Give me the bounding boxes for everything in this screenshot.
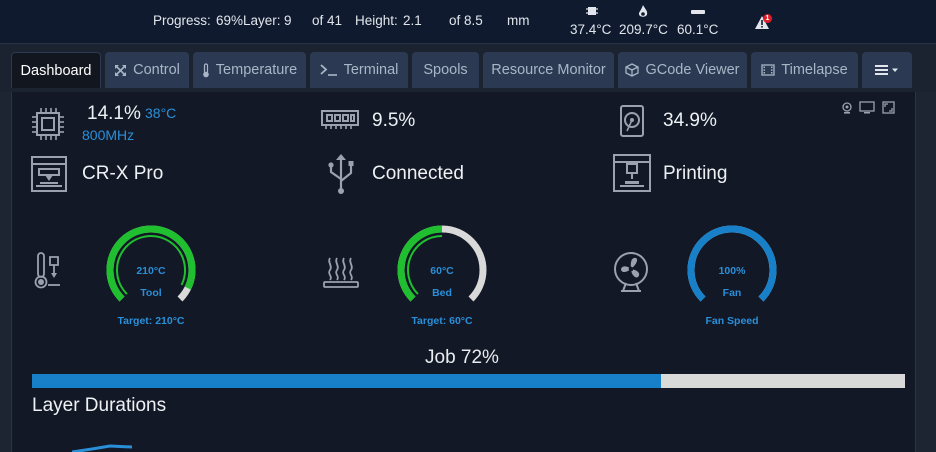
job-progress-bar	[32, 374, 905, 388]
arrows-icon	[115, 64, 127, 76]
cpu-frequency: 800MHz	[82, 127, 135, 143]
tab-dashboard[interactable]: Dashboard	[11, 52, 101, 88]
height-total: of 8.5	[449, 13, 483, 28]
memory-usage: 9.5%	[372, 110, 416, 131]
cpu-temp: 38°C	[145, 105, 177, 121]
webcam-icon[interactable]	[842, 102, 852, 114]
layer-total: of 41	[312, 13, 343, 28]
job-label: Job	[425, 347, 456, 368]
menu-icon	[875, 65, 898, 75]
cpu-usage: 14.1%	[87, 103, 141, 124]
bed-target: Target: 60°C	[411, 315, 473, 327]
thermometer-icon	[202, 62, 209, 77]
tab-label: Control	[133, 62, 180, 78]
tab-spools[interactable]: Spools	[412, 52, 479, 88]
tool-temp-value: 210°C	[136, 265, 166, 277]
print-head-icon	[613, 154, 651, 192]
tab-label: GCode Viewer	[645, 62, 740, 78]
tab-label: Dashboard	[20, 62, 92, 79]
job-progress-heading: Job 72%	[425, 347, 499, 369]
tab-label: Timelapse	[781, 62, 848, 78]
tab-control[interactable]: Control	[105, 52, 189, 88]
bed-gauge-label: Bed	[432, 287, 452, 299]
height-value: 2.1	[403, 13, 422, 28]
tab-temperature[interactable]: Temperature	[193, 52, 306, 88]
tool-gauge-label: Tool	[140, 287, 162, 299]
status-bar: Progress: 69% Layer: 9 of 41 Height: 2.1…	[0, 0, 936, 44]
film-icon	[761, 64, 775, 76]
tool-target: Target: 210°C	[117, 315, 185, 327]
height-label: Height:	[355, 13, 398, 28]
progress-value: 69%	[216, 13, 244, 28]
tab-timelapse[interactable]: Timelapse	[751, 52, 858, 88]
tab-bar: Dashboard Control Temperature Terminal S…	[0, 44, 936, 92]
cpu-icon	[32, 108, 64, 140]
bed-temp-value: 60°C	[430, 265, 454, 277]
fan-speed-caption: Fan Speed	[705, 315, 759, 327]
cube-icon	[625, 63, 640, 77]
fan-icon	[614, 252, 648, 292]
hard-disk-icon	[620, 105, 644, 137]
job-percent: 72%	[460, 347, 499, 368]
connection-status: Connected	[372, 163, 464, 184]
printer-name: CR-X Pro	[82, 163, 164, 184]
tab-label: Spools	[423, 62, 468, 78]
tab-terminal[interactable]: Terminal	[310, 52, 408, 88]
dashboard-panel: 14.1% 38°C 800MHz 9.5% 34.9% CR-X Pro Co…	[11, 92, 916, 452]
fullscreen-icon[interactable]	[882, 101, 895, 114]
warning-count-badge: 1	[763, 14, 772, 23]
chart-edge	[72, 444, 132, 452]
bed-icon	[691, 10, 705, 14]
fan-gauge-label: Fan	[722, 287, 742, 299]
terminal-icon	[319, 64, 337, 76]
tab-resource-monitor[interactable]: Resource Monitor	[483, 52, 614, 88]
progress-label: Progress:	[153, 13, 211, 28]
printer-state: Printing	[663, 163, 728, 184]
fan-speed-value: 100%	[718, 265, 746, 277]
layer-value: 9	[284, 13, 292, 28]
heated-bed-icon	[323, 257, 359, 288]
chip-icon	[586, 7, 598, 15]
layer-label: Layer:	[243, 13, 281, 28]
cpu-temp-reading: 37.4°C	[570, 22, 612, 37]
bed-temp-reading: 60.1°C	[677, 22, 719, 37]
tool-temp-reading: 209.7°C	[619, 22, 668, 37]
layer-durations-title: Layer Durations	[32, 395, 167, 416]
memory-icon	[321, 110, 359, 129]
flame-icon	[638, 5, 648, 17]
tab-more-menu[interactable]	[862, 52, 912, 88]
job-progress-fill	[32, 374, 661, 388]
tab-gcode-viewer[interactable]: GCode Viewer	[618, 52, 747, 88]
disk-usage: 34.9%	[663, 110, 717, 131]
hotend-thermometer-icon	[34, 252, 60, 289]
tab-label: Terminal	[343, 62, 399, 78]
printer-icon	[31, 156, 67, 192]
usb-icon	[328, 154, 354, 194]
tab-label: Resource Monitor	[491, 62, 606, 78]
height-unit: mm	[507, 13, 530, 28]
tab-label: Temperature	[215, 62, 298, 78]
monitor-icon[interactable]	[859, 101, 875, 114]
